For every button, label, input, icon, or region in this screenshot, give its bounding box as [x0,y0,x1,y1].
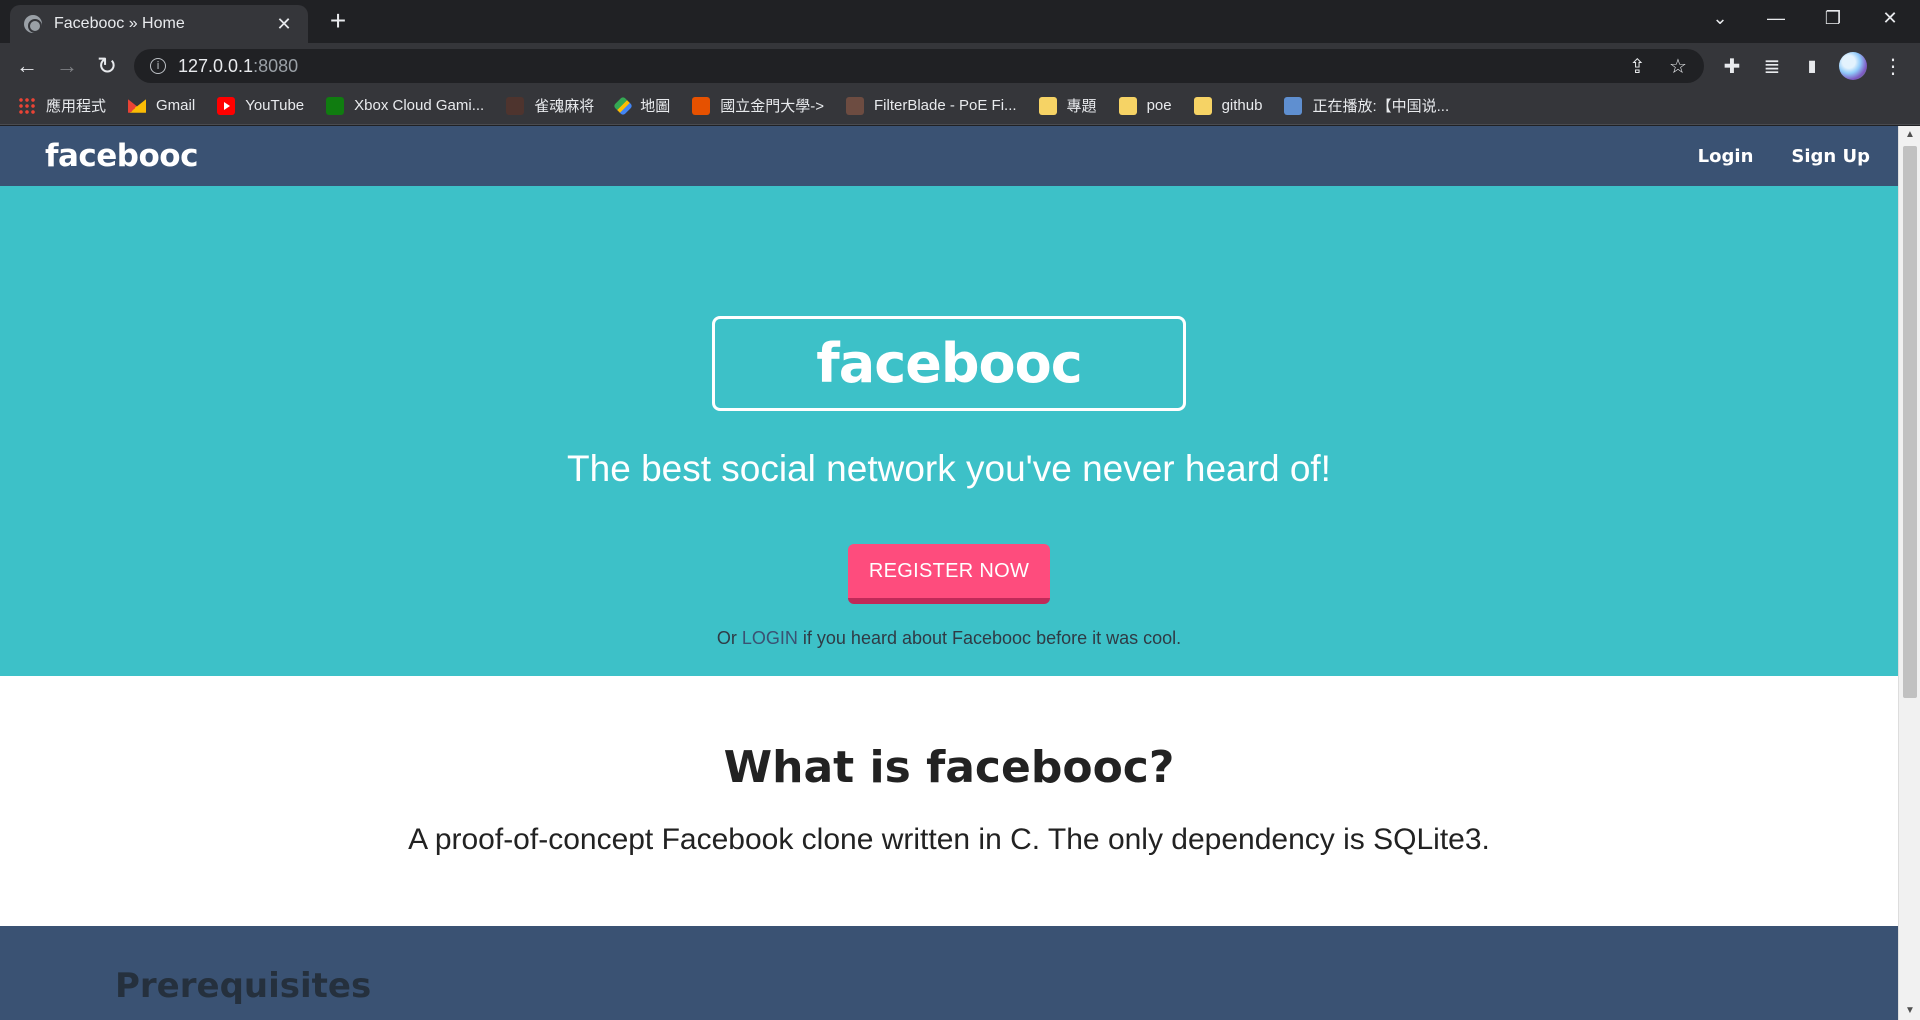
restore-button[interactable]: ❐ [1805,0,1861,36]
page-viewport: facebooc Login Sign Up facebooc The best… [0,126,1898,1020]
xbox-icon [326,96,345,115]
bookmark-label: YouTube [245,97,305,114]
bookmark-apps[interactable]: 應用程式 [18,95,106,116]
mahjong-icon [506,96,525,115]
gmail-icon [128,99,147,113]
bookmark-folder-project[interactable]: 專題 [1038,95,1097,116]
side-panel-icon[interactable]: ▮ [1795,49,1829,83]
minimize-button[interactable]: — [1748,0,1804,36]
browser-menu-icon[interactable]: ⋮ [1876,49,1910,83]
bookmark-youtube[interactable]: YouTube [217,96,305,115]
prerequisites-title: Prerequisites [115,966,372,1006]
bookmark-label: Gmail [156,97,196,114]
profile-avatar[interactable] [1839,52,1867,80]
bookmark-label: 雀魂麻将 [534,98,595,115]
bookmark-maps[interactable]: 地圖 [613,95,671,116]
scroll-up-arrow-icon[interactable]: ▲ [1899,126,1920,144]
bookmark-label: github [1221,97,1263,114]
about-title: What is facebooc? [723,742,1175,793]
bookmark-label: 國立金門大學-> [720,98,824,115]
bookmark-star-icon[interactable]: ☆ [1669,49,1687,83]
bookmark-now-playing[interactable]: 正在播放:【中国说... [1284,95,1449,116]
hero-logo-box: facebooc [712,316,1186,411]
bookmark-label: FilterBlade - PoE Fi... [874,97,1017,114]
folder-icon [1038,96,1057,115]
youtube-icon [217,96,236,115]
site-info-icon[interactable]: i [150,58,166,74]
url-port: :8080 [253,55,299,76]
filterblade-icon [846,96,864,115]
tab-close-icon[interactable]: ✕ [274,14,294,35]
folder-icon [1118,96,1137,115]
page-scrollbar[interactable]: ▲ ▼ [1898,126,1920,1020]
login-note-suffix: if you heard about Facebooc before it wa… [802,628,1182,648]
close-window-button[interactable]: ✕ [1862,0,1918,36]
bookmark-folder-github[interactable]: github [1193,96,1263,115]
bookmark-label: poe [1146,97,1172,114]
apps-icon [18,96,36,115]
bookmark-label: 應用程式 [46,98,107,115]
nav-links: Login Sign Up [1660,146,1870,167]
bookmark-filterblade[interactable]: FilterBlade - PoE Fi... [846,96,1017,115]
hero-login-link[interactable]: LOGIN [742,628,798,648]
new-tab-button[interactable]: + [324,6,352,36]
bookmarks-bar: 應用程式 Gmail YouTube Xbox Cloud Gami... 雀魂… [0,87,1920,125]
register-button[interactable]: REGISTER NOW [848,544,1050,604]
bookmark-label: 正在播放:【中国说... [1312,98,1450,115]
bookmark-label: 地圖 [640,98,671,115]
bookmark-mahjong[interactable]: 雀魂麻将 [506,95,594,116]
login-note-prefix: Or [716,628,737,648]
back-button[interactable]: ← [10,49,44,83]
hero-section: facebooc The best social network you've … [0,186,1898,676]
maps-icon [613,95,634,116]
scroll-down-arrow-icon[interactable]: ▼ [1899,1002,1920,1020]
globe-icon [24,15,42,33]
scroll-thumb[interactable] [1903,146,1917,698]
site-logo[interactable]: facebooc [45,138,198,174]
hero-logo: facebooc [816,332,1082,395]
school-icon [692,96,711,115]
login-note: Or LOGIN if you heard about Facebooc bef… [0,628,1898,649]
share-icon[interactable]: ⇪ [1629,49,1646,83]
browser-tab[interactable]: Facebooc » Home ✕ [10,5,308,43]
about-text: A proof-of-concept Facebook clone writte… [408,823,1490,856]
address-bar[interactable]: i 127.0.0.1 :8080 ⇪ ☆ [134,49,1704,83]
media-icon [1284,96,1303,115]
tab-search-icon[interactable]: ⌄ [1692,0,1748,36]
site-navbar: facebooc Login Sign Up [0,126,1898,186]
bookmark-label: Xbox Cloud Gami... [354,97,485,114]
browser-toolbar: ← → ↻ i 127.0.0.1 :8080 ⇪ ☆ ✚ ≣ ▮ ⋮ [0,43,1920,87]
hero-tagline: The best social network you've never hea… [567,448,1331,489]
about-section: What is facebooc? A proof-of-concept Fac… [0,676,1898,926]
signup-link[interactable]: Sign Up [1791,146,1870,167]
folder-icon [1193,96,1212,115]
bookmark-gmail[interactable]: Gmail [128,97,195,115]
bookmark-xbox[interactable]: Xbox Cloud Gami... [326,96,485,115]
bookmark-label: 專題 [1066,98,1097,115]
forward-button[interactable]: → [50,49,84,83]
tab-strip: Facebooc » Home ✕ + ⌄ — ❐ ✕ [0,0,1920,43]
bookmark-school[interactable]: 國立金門大學-> [692,95,824,116]
bookmark-folder-poe[interactable]: poe [1118,96,1172,115]
tab-title: Facebooc » Home [54,15,185,32]
login-link[interactable]: Login [1698,146,1754,167]
prerequisites-section: Prerequisites [0,926,1898,1020]
url-host: 127.0.0.1 [178,55,254,76]
reading-list-icon[interactable]: ≣ [1755,49,1789,83]
extensions-icon[interactable]: ✚ [1715,49,1749,83]
reload-button[interactable]: ↻ [90,49,124,83]
